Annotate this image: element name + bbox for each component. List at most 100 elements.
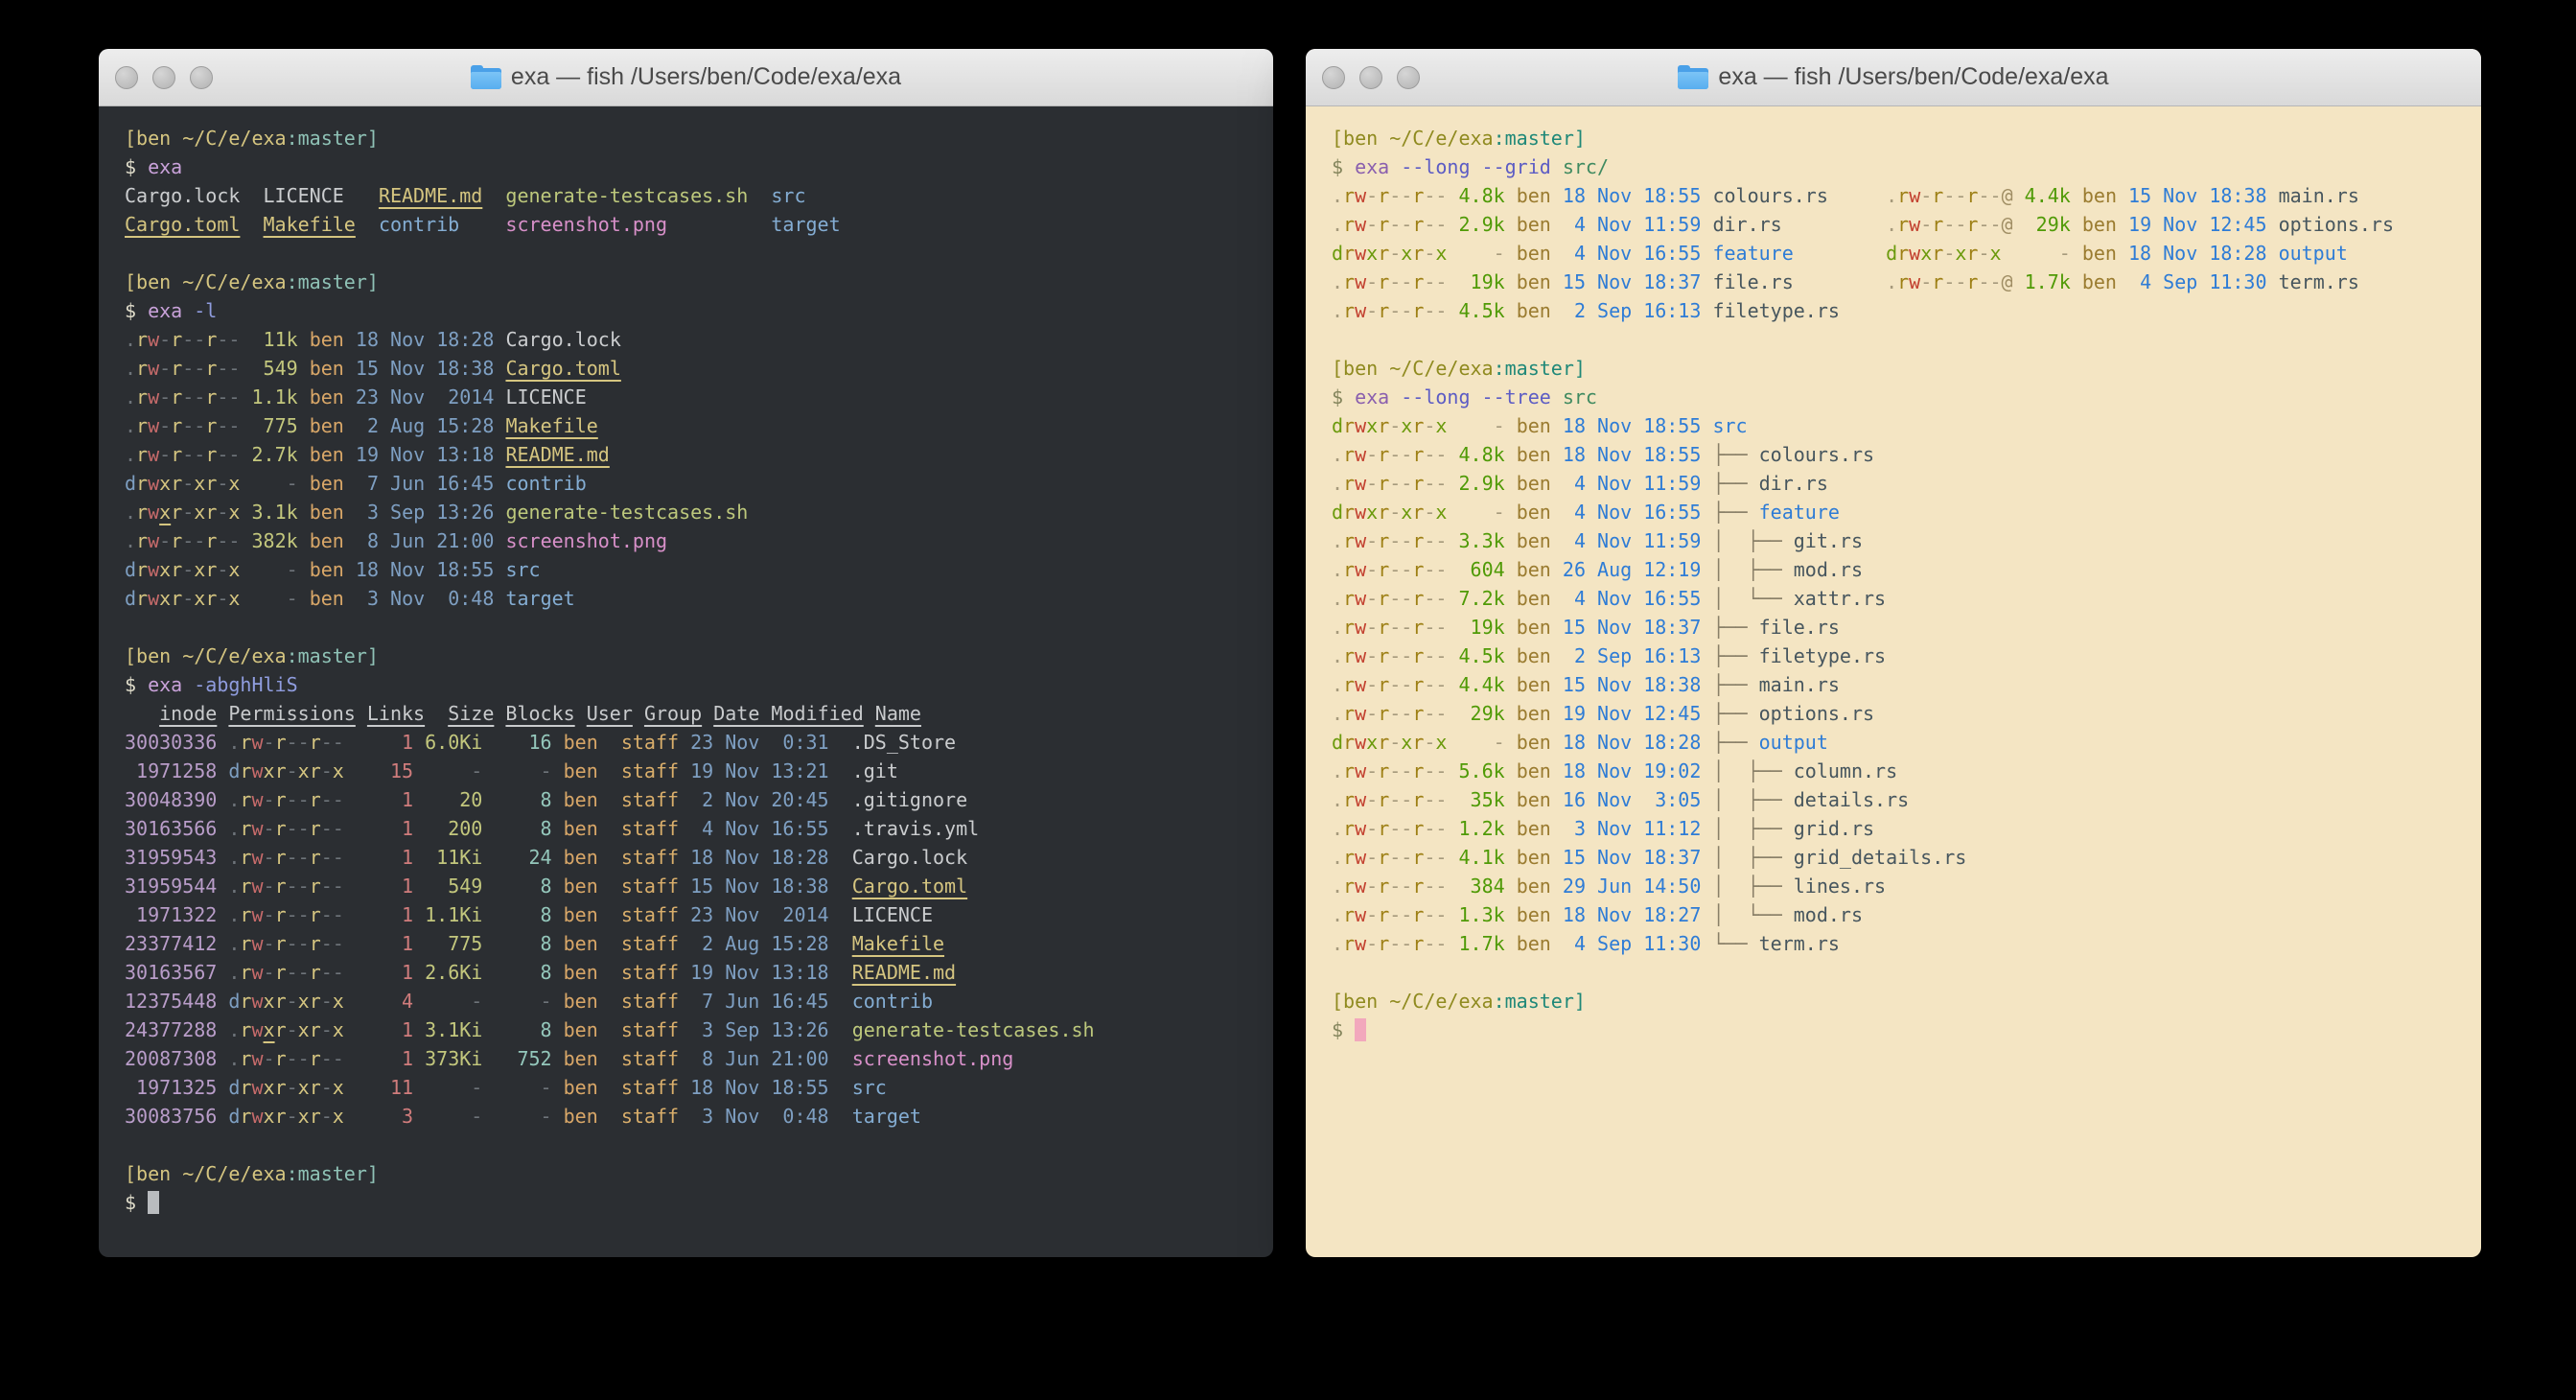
text-segment: r [1378,242,1389,265]
text-segment: - [1435,644,1447,667]
text-segment: - [1401,759,1412,782]
text-segment [829,1076,852,1099]
close-button[interactable] [1322,66,1345,89]
text-segment: target [852,1105,921,1128]
text-segment: w [251,1018,263,1041]
text-segment: . [1332,932,1343,955]
text-segment: src/ [1563,155,1609,178]
text-segment: staff [598,788,679,811]
text-segment: . [228,846,240,869]
text-segment: 35k [1447,788,1504,811]
text-segment: - [1435,472,1447,495]
text-segment: exa [148,299,194,322]
text-segment: - [1389,587,1401,610]
text-segment: filetype.rs [1759,644,1886,667]
text-segment: - [298,817,310,840]
text-segment: │ └── [1701,903,1793,926]
text-segment: x [1955,242,1966,265]
text-segment: r [1412,184,1424,207]
text-segment: ben [1505,644,1551,667]
text-segment: r [1378,501,1389,524]
text-segment: 1 [344,961,413,984]
text-segment: x [298,759,310,782]
text-segment: 1 [344,932,413,955]
text-segment: w [1355,702,1366,725]
text-segment: - [194,328,205,351]
text-segment: - [1424,644,1435,667]
text-segment: exa [1355,155,1401,178]
text-segment: - [217,385,228,408]
terminal-line: .rw-r--r-- 1.7k ben 4 Sep 11:30 └── term… [1332,929,2481,958]
text-segment: r [240,1105,251,1128]
text-segment: x [1435,414,1447,437]
traffic-lights [1322,49,1420,105]
text-segment: r [171,357,182,380]
text-segment: r [310,788,321,811]
text-segment: r [1412,788,1424,811]
window-titlebar[interactable]: exa — fish /Users/ben/Code/exa/exa [99,49,1273,106]
text-segment: 4 Nov 16:55 [679,817,829,840]
zoom-button[interactable] [1397,66,1420,89]
text-segment: - [1366,702,1378,725]
text-segment: ben [552,1018,598,1041]
text-segment: r [1412,875,1424,898]
text-segment [217,875,228,898]
text-segment: ben [1505,875,1551,898]
text-segment: w [1355,903,1366,926]
minimize-button[interactable] [1359,66,1382,89]
text-segment [575,702,587,725]
minimize-button[interactable] [152,66,175,89]
text-segment: - [321,1047,333,1070]
text-segment: generate-testcases.sh [852,1018,1095,1041]
text-segment: . [1332,875,1343,898]
text-segment: w [251,1076,263,1099]
text-segment: file.rs [1759,616,1840,639]
text-segment: x [1366,501,1378,524]
terminal-line: drwxr-xr-x - ben 4 Nov 16:55 ├── feature [1332,498,2481,526]
text-segment: r [1378,443,1389,466]
text-segment: User [587,702,633,725]
terminal-output[interactable]: [ben ~/C/e/exa:master]$ exaCargo.lock LI… [99,106,1273,1217]
text-segment: r [240,817,251,840]
text-segment: . [1886,213,1897,236]
text-segment: r [1412,242,1424,265]
text-segment: 8 [482,903,551,926]
terminal-line: .rw-r--r-- 604 ben 26 Aug 12:19 │ ├── mo… [1332,555,2481,584]
text-segment [217,990,228,1013]
text-segment: 12375448 [125,990,217,1013]
text-segment: - [1401,472,1412,495]
text-segment: w [251,932,263,955]
window-titlebar[interactable]: exa — fish /Users/ben/Code/exa/exa [1306,49,2481,106]
text-segment: w [1355,875,1366,898]
text-segment [2267,242,2279,265]
text-segment: 384 [1447,875,1504,898]
close-button[interactable] [115,66,138,89]
text-segment: w [1355,529,1366,552]
text-segment: Cargo.toml [505,357,620,380]
text-segment: w [148,357,159,380]
text-segment: ├── [1701,702,1758,725]
text-segment: ├── [1701,443,1758,466]
terminal-line: 30163566 .rw-r--r-- 1 200 8 ben staff 4 … [125,814,1273,843]
text-segment [1355,1018,1366,1041]
text-segment: Permissions [228,702,355,725]
text-segment: - [321,846,333,869]
text-segment: - [1401,673,1412,696]
terminal-line [125,239,1273,268]
text-segment: 549 [413,875,482,898]
text-segment [829,846,852,869]
text-segment: - [1366,270,1378,293]
text-segment: src [852,1076,887,1099]
text-segment: 4 Nov 16:55 [1551,587,1702,610]
zoom-button[interactable] [190,66,213,89]
text-segment: - [1366,875,1378,898]
text-segment: ben [552,903,598,926]
text-segment [217,1076,228,1099]
text-segment: 1 [344,817,413,840]
terminal-output[interactable]: [ben ~/C/e/exa:master]$ exa --long --gri… [1306,106,2481,1044]
text-segment: - [1389,903,1401,926]
text-segment: 775 [413,932,482,955]
text-segment: r [1378,587,1389,610]
text-segment: 3 Nov 0:48 [679,1105,829,1128]
text-segment: . [228,875,240,898]
